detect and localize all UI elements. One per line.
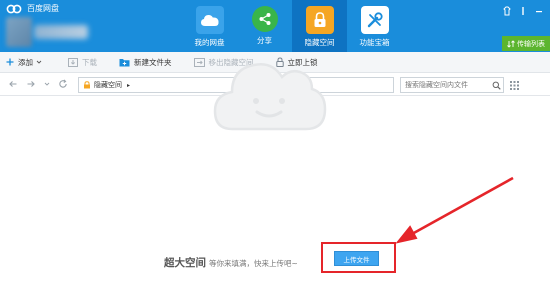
grid-view-icon[interactable] (510, 81, 519, 90)
lock-small-icon (84, 81, 90, 89)
tab-label: 我的网盘 (194, 38, 225, 47)
transfer-icon (507, 39, 515, 48)
move-out-icon (193, 57, 205, 67)
username-blurred (34, 25, 88, 39)
forward-icon[interactable] (26, 79, 36, 89)
baidu-cloud-logo-icon (6, 4, 22, 14)
download-label: 下载 (82, 57, 97, 67)
skin-icon[interactable] (502, 1, 512, 16)
avatar (6, 17, 32, 47)
empty-state-message: 超大空间 等你来填满，快来上传吧~ (164, 255, 298, 270)
transfer-list-button[interactable]: 传输列表 (502, 36, 550, 51)
toolbox-icon (360, 6, 389, 34)
app-title: 百度网盘 (27, 4, 59, 13)
empty-state-headline: 超大空间 (164, 257, 206, 269)
chevron-down-icon (36, 60, 42, 64)
empty-cloud-icon (213, 63, 327, 131)
download-icon (68, 57, 78, 67)
window-controls (502, 1, 544, 16)
breadcrumb-item-hidden-space[interactable]: 隐藏空间 (94, 80, 122, 90)
add-button[interactable]: 添加 (6, 57, 46, 68)
tab-label: 功能宝箱 (359, 38, 390, 47)
history-dropdown-icon[interactable] (44, 81, 50, 87)
tab-share[interactable]: 分享 (237, 0, 292, 52)
cloud-icon (195, 6, 224, 34)
minimize-icon[interactable] (534, 1, 544, 13)
tab-toolbox[interactable]: 功能宝箱 (347, 0, 402, 52)
tab-label: 隐藏空间 (304, 38, 335, 47)
transfer-list-label: 传输列表 (517, 39, 545, 48)
add-label: 添加 (18, 57, 33, 67)
new-folder-button[interactable]: 新建文件夹 (119, 57, 172, 68)
tab-hidden-space[interactable]: 隐藏空间 (292, 0, 347, 52)
navigation-controls (8, 79, 68, 89)
refresh-icon[interactable] (58, 79, 68, 89)
tab-my-netdisk[interactable]: 我的网盘 (182, 0, 237, 52)
new-folder-label: 新建文件夹 (134, 57, 172, 67)
empty-state-subtext: 等你来填满，快来上传吧~ (209, 259, 298, 268)
search-icon[interactable] (492, 81, 501, 90)
tab-label: 分享 (257, 36, 272, 45)
menu-icon[interactable] (518, 1, 528, 15)
plus-icon (6, 58, 14, 66)
lock-icon (305, 6, 334, 34)
annotation-highlight-box (321, 242, 396, 273)
new-folder-icon (119, 58, 130, 66)
back-icon[interactable] (8, 79, 18, 89)
user-avatar-blurred[interactable] (6, 17, 92, 47)
search-input[interactable] (405, 81, 491, 89)
download-button[interactable]: 下载 (68, 57, 97, 68)
main-nav: 我的网盘 分享 隐藏空间 功能宝箱 (182, 0, 402, 52)
share-icon (251, 6, 278, 32)
breadcrumb-separator-icon[interactable]: ▸ (127, 82, 130, 89)
search-box[interactable] (400, 77, 504, 93)
title-bar: 百度网盘 我的网盘 分享 隐藏空间 功能宝箱 传输列表 (0, 0, 550, 52)
app-logo: 百度网盘 (6, 3, 59, 14)
